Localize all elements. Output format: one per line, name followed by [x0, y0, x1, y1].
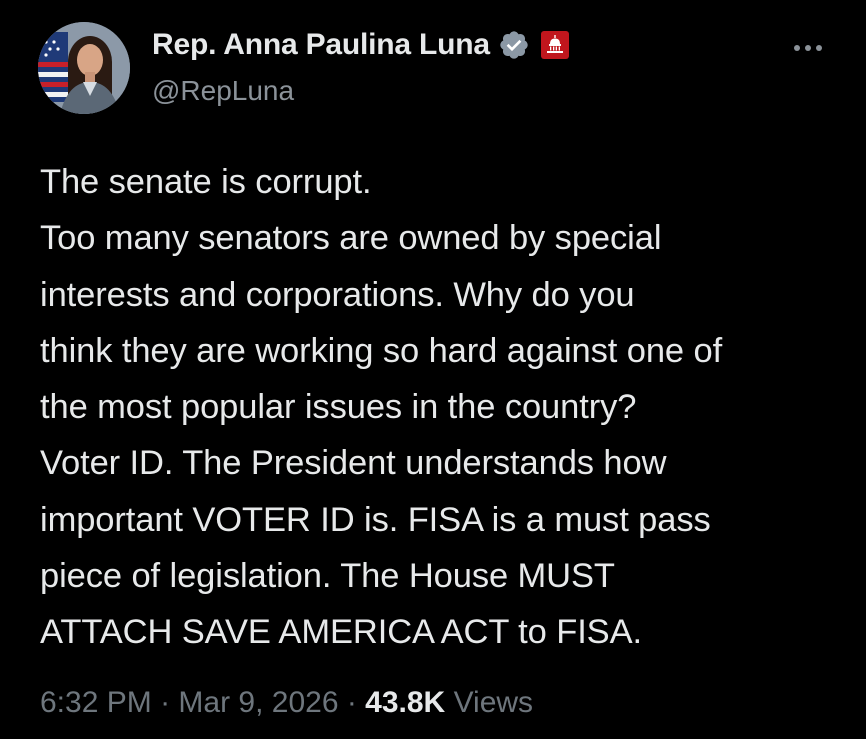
tweet-line: The senate is corrupt. [40, 163, 372, 201]
tweet-time[interactable]: 6:32 PM [40, 686, 152, 719]
meta-separator: · [160, 686, 179, 719]
author-handle[interactable]: @RepLuna [152, 75, 294, 107]
dot-icon [794, 45, 800, 51]
tweet-text: The senate is corrupt. Too many senators… [40, 154, 840, 661]
avatar[interactable] [38, 22, 130, 114]
tweet-meta: 6:32 PM · Mar 9, 2026 · 43.8K Views [40, 686, 533, 720]
tweet-line: piece of legislation. The House MUST [40, 557, 615, 596]
views-count: 43.8K [365, 686, 446, 719]
tweet-line: the most popular issues in the country? [40, 388, 637, 427]
author-name-row: Rep. Anna Paulina Luna [152, 28, 570, 62]
tweet-line: Voter ID. The President understands how [40, 444, 667, 483]
profile-photo-icon [38, 22, 130, 114]
views-label: Views [453, 686, 534, 719]
tweet-line: important VOTER ID is. FISA is a must pa… [40, 500, 711, 539]
tweet-line: interests and corporations. Why do you [40, 275, 635, 314]
us-capitol-badge-icon[interactable] [540, 30, 570, 60]
tweet-card: Rep. Anna Paulina Luna @RepLuna The sena… [0, 0, 866, 739]
tweet-date[interactable]: Mar 9, 2026 [178, 686, 338, 719]
meta-separator: · [346, 686, 366, 719]
more-options-icon[interactable] [788, 40, 828, 56]
tweet-line: Too many senators are owned by special [40, 219, 662, 258]
dot-icon [816, 45, 822, 51]
tweet-line: ATTACH SAVE AMERICA ACT to FISA. [40, 613, 642, 652]
dot-icon [805, 45, 811, 51]
tweet-line: think they are working so hard against o… [40, 331, 723, 370]
author-display-name[interactable]: Rep. Anna Paulina Luna [152, 28, 490, 62]
verified-badge-icon[interactable] [498, 29, 530, 61]
